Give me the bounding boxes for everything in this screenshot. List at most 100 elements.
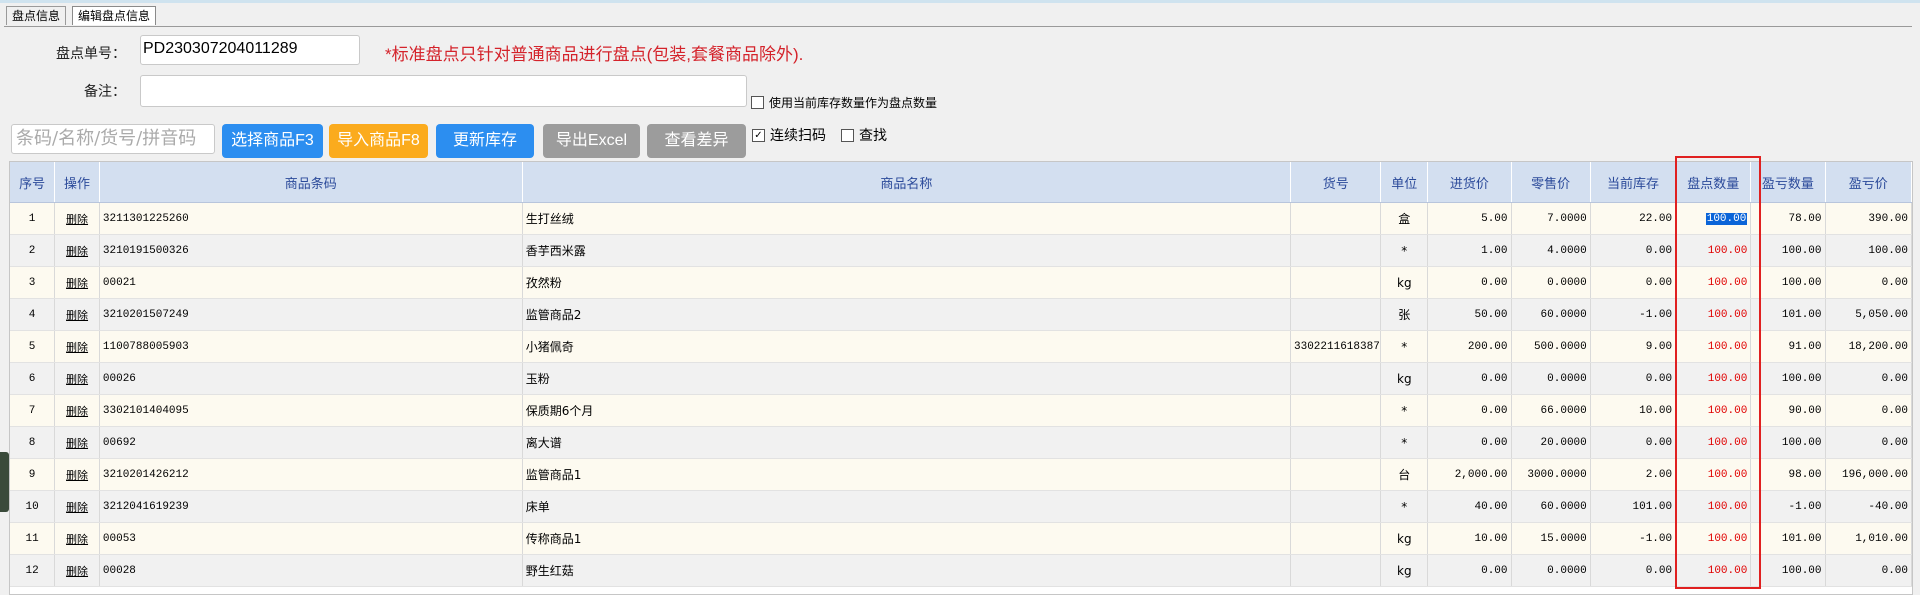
- cell-purchase-price: 200.00: [1427, 330, 1512, 363]
- cell-delete-link[interactable]: 删除: [54, 554, 100, 587]
- cell-current-stock: 2.00: [1590, 458, 1677, 491]
- cell-counted-qty[interactable]: 100.00: [1675, 234, 1752, 267]
- cell-delete-link[interactable]: 删除: [54, 330, 100, 363]
- cell-item-no: [1290, 490, 1382, 523]
- cell-counted-qty[interactable]: 100.00: [1675, 554, 1752, 587]
- cell-delete-link[interactable]: 删除: [54, 234, 100, 267]
- cell-counted-qty[interactable]: 100.00: [1675, 458, 1752, 491]
- table-row[interactable]: 2 删除 3210191500326 香芋西米露 * 1.00 4.0000 0.00 100.…: [10, 234, 1912, 267]
- cell-counted-qty[interactable]: 100.00: [1675, 202, 1752, 235]
- cell-delete-link[interactable]: 删除: [54, 202, 100, 235]
- table-row[interactable]: 6 删除 00026 玉粉 kg 0.00 0.0000 0.00 100.00 100.00 0.…: [10, 362, 1912, 395]
- col-header-counted-qty[interactable]: 盘点数量: [1675, 162, 1752, 203]
- table-row[interactable]: 3 删除 00021 孜然粉 kg 0.00 0.0000 0.00 100.00 100.00 0…: [10, 266, 1912, 299]
- tab-stocktake-info[interactable]: 盘点信息: [6, 6, 67, 25]
- table-row[interactable]: 1 删除 3211301225260 生打丝绒 盒 5.00 7.0000 22.00 100.…: [10, 202, 1912, 235]
- use-stock-checkbox-box[interactable]: [751, 96, 764, 109]
- cell-barcode: 1100788005903: [99, 330, 523, 363]
- cell-diff-amount: 1,010.00: [1825, 522, 1912, 555]
- cell-counted-qty[interactable]: 100.00: [1675, 330, 1752, 363]
- cell-counted-qty[interactable]: 100.00: [1675, 490, 1752, 523]
- cell-delete-link[interactable]: 删除: [54, 298, 100, 331]
- col-header-retail-price[interactable]: 零售价: [1511, 162, 1591, 203]
- use-stock-checkbox[interactable]: 使用当前库存数量作为盘点数量: [751, 94, 937, 111]
- cell-current-stock: 9.00: [1590, 330, 1677, 363]
- cell-delete-link[interactable]: 删除: [54, 394, 100, 427]
- cell-purchase-price: 2,000.00: [1427, 458, 1512, 491]
- table-row[interactable]: 10 删除 3212041619239 床单 * 40.00 60.0000 101.00 10…: [10, 490, 1912, 523]
- cell-item-no: [1290, 362, 1382, 395]
- cell-delete-link[interactable]: 删除: [54, 362, 100, 395]
- remark-field[interactable]: [140, 75, 747, 107]
- col-header-barcode[interactable]: 商品条码: [99, 162, 523, 203]
- cell-product-name: 小猪佩奇: [522, 330, 1292, 363]
- col-header-item-no[interactable]: 货号: [1290, 162, 1382, 203]
- stocktake-table: 序号 操作 商品条码 商品名称 货号 单位 进货价 零售价 当前库存 盘点数量 …: [10, 162, 1912, 587]
- select-product-button[interactable]: 选择商品F3: [222, 124, 323, 158]
- cell-delete-link[interactable]: 删除: [54, 266, 100, 299]
- order-no-field[interactable]: PD230307204011289: [140, 35, 360, 65]
- cell-current-stock: -1.00: [1590, 298, 1677, 331]
- table-row[interactable]: 8 删除 00692 离大谱 * 0.00 20.0000 0.00 100.00 100.00 0…: [10, 426, 1912, 459]
- tab-bar: 盘点信息 编辑盘点信息: [6, 6, 162, 26]
- side-panel-handle[interactable]: [0, 452, 9, 512]
- cell-item-no: [1290, 298, 1382, 331]
- table-row[interactable]: 5 删除 1100788005903 小猪佩奇 3302211618387 * 200.00…: [10, 330, 1912, 363]
- cell-delete-link[interactable]: 删除: [54, 490, 100, 523]
- table-row[interactable]: 7 删除 3302101404095 保质期6个月 * 0.00 66.0000 10.00 1…: [10, 394, 1912, 427]
- product-search-input[interactable]: 条码/名称/货号/拼音码: [11, 124, 215, 154]
- cell-delete-link[interactable]: 删除: [54, 458, 100, 491]
- cell-index: 6: [10, 362, 56, 395]
- col-header-index[interactable]: 序号: [10, 162, 56, 203]
- cell-product-name: 香芋西米露: [522, 234, 1292, 267]
- table-row[interactable]: 9 删除 3210201426212 监管商品1 台 2,000.00 3000.0000 2…: [10, 458, 1912, 491]
- cell-counted-qty[interactable]: 100.00: [1675, 522, 1752, 555]
- col-header-current-stock[interactable]: 当前库存: [1590, 162, 1677, 203]
- cell-item-no: [1290, 266, 1382, 299]
- col-header-purchase-price[interactable]: 进货价: [1427, 162, 1512, 203]
- continuous-scan-checkbox[interactable]: ✓ 连续扫码: [752, 125, 826, 145]
- continuous-scan-check-icon[interactable]: ✓: [752, 128, 765, 142]
- cell-purchase-price: 5.00: [1427, 202, 1512, 235]
- col-header-diff-amount[interactable]: 盈亏价: [1825, 162, 1912, 203]
- export-excel-button[interactable]: 导出Excel: [543, 124, 640, 158]
- cell-diff-qty: 101.00: [1750, 298, 1826, 331]
- cell-index: 11: [10, 522, 56, 555]
- find-checkbox-box[interactable]: [841, 128, 854, 142]
- col-header-unit[interactable]: 单位: [1380, 162, 1429, 203]
- cell-product-name: 孜然粉: [522, 266, 1292, 299]
- cell-product-name: 生打丝绒: [522, 202, 1292, 235]
- cell-barcode: 3210191500326: [99, 234, 523, 267]
- cell-current-stock: 10.00: [1590, 394, 1677, 427]
- cell-current-stock: 0.00: [1590, 266, 1677, 299]
- table-row[interactable]: 12 删除 00028 野生红菇 kg 0.00 0.0000 0.00 100.00 100.0…: [10, 554, 1912, 587]
- table-row[interactable]: 4 删除 3210201507249 监管商品2 张 50.00 60.0000 -1.00 1…: [10, 298, 1912, 331]
- cell-barcode: 00026: [99, 362, 523, 395]
- cell-barcode: 00028: [99, 554, 523, 587]
- cell-counted-qty[interactable]: 100.00: [1675, 426, 1752, 459]
- view-difference-button[interactable]: 查看差异: [647, 124, 746, 158]
- table-row[interactable]: 11 删除 00053 传称商品1 kg 10.00 15.0000 -1.00 100.00 1…: [10, 522, 1912, 555]
- import-product-button[interactable]: 导入商品F8: [329, 124, 428, 158]
- update-stock-button[interactable]: 更新库存: [436, 124, 534, 158]
- cell-counted-qty[interactable]: 100.00: [1675, 266, 1752, 299]
- cell-delete-link[interactable]: 删除: [54, 426, 100, 459]
- cell-purchase-price: 0.00: [1427, 394, 1512, 427]
- col-header-action[interactable]: 操作: [54, 162, 100, 203]
- cell-delete-link[interactable]: 删除: [54, 522, 100, 555]
- cell-diff-qty: 101.00: [1750, 522, 1826, 555]
- cell-counted-qty[interactable]: 100.00: [1675, 298, 1752, 331]
- cell-index: 7: [10, 394, 56, 427]
- tab-edit-stocktake-info[interactable]: 编辑盘点信息: [72, 6, 157, 25]
- find-checkbox[interactable]: 查找: [841, 125, 887, 145]
- cell-counted-qty[interactable]: 100.00: [1675, 394, 1752, 427]
- cell-diff-amount: 0.00: [1825, 554, 1912, 587]
- cell-diff-qty: 100.00: [1750, 554, 1826, 587]
- cell-diff-amount: 100.00: [1825, 234, 1912, 267]
- counted-qty-editor[interactable]: 100.00: [1705, 212, 1748, 225]
- cell-product-name: 保质期6个月: [522, 394, 1292, 427]
- order-no-label: 盘点单号：: [56, 45, 126, 61]
- cell-counted-qty[interactable]: 100.00: [1675, 362, 1752, 395]
- col-header-product-name[interactable]: 商品名称: [522, 162, 1292, 203]
- col-header-diff-qty[interactable]: 盈亏数量: [1750, 162, 1826, 203]
